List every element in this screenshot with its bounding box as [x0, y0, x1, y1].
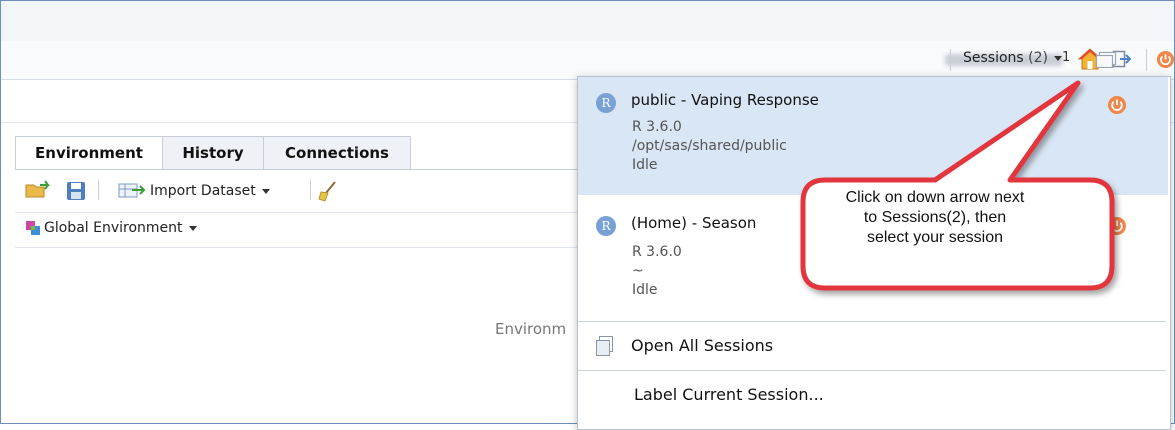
callout-line: to Sessions(2), then [863, 209, 1007, 226]
callout-line: select your session [866, 229, 1004, 246]
callout-line: Click on down arrow next [845, 189, 1025, 206]
callout-text: Click on down arrow next to Sessions(2),… [800, 188, 1070, 248]
